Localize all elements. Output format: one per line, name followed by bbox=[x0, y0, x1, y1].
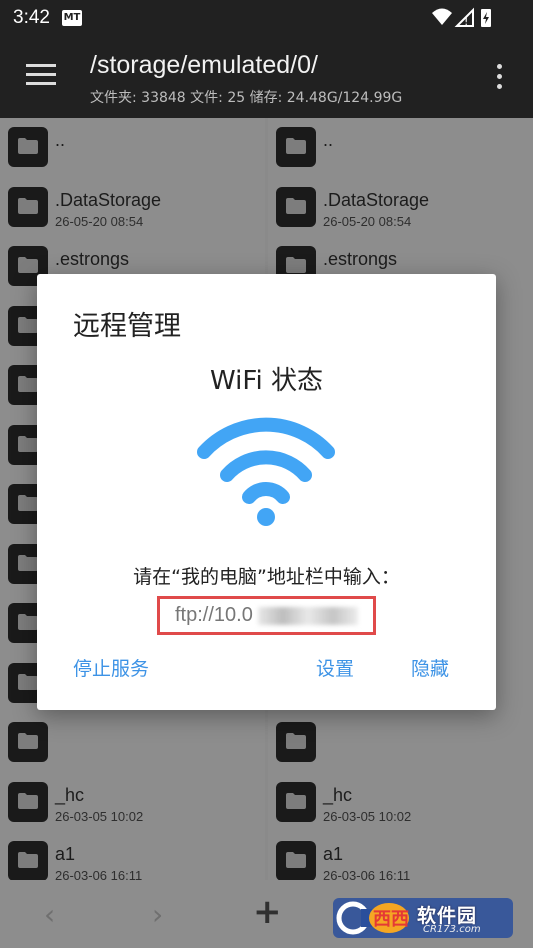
current-path: /storage/emulated/0/ bbox=[90, 51, 318, 79]
folder-icon bbox=[276, 781, 316, 822]
forward-button[interactable]: › bbox=[152, 898, 163, 931]
file-name: a1 bbox=[323, 844, 344, 864]
redacted-address bbox=[258, 607, 358, 625]
folder-icon bbox=[8, 127, 48, 167]
ftp-instruction: 请在“我的电脑”地址栏中输入： bbox=[133, 566, 400, 588]
file-row[interactable]: .DataStorage 26-05-20 08:54 bbox=[0, 178, 265, 238]
svg-text:!: ! bbox=[464, 15, 468, 28]
file-name: .DataStorage bbox=[323, 189, 430, 210]
file-date: 26-03-05 10:02 bbox=[55, 808, 144, 824]
add-button[interactable]: + bbox=[253, 892, 282, 932]
file-name: .. bbox=[55, 130, 66, 150]
storage-info: 文件夹: 33848 文件: 25 储存: 24.48G/124.99G bbox=[90, 90, 403, 106]
file-row[interactable]: _hc 26-03-05 10:02 bbox=[268, 773, 533, 833]
folder-icon bbox=[276, 722, 316, 762]
menu-icon[interactable] bbox=[26, 64, 56, 88]
file-name: .estrongs bbox=[55, 249, 130, 269]
dialog-title: 远程管理 bbox=[73, 311, 181, 342]
file-date: 26-05-20 08:54 bbox=[323, 213, 412, 229]
folder-icon bbox=[276, 127, 316, 167]
mt-notification-icon: MT bbox=[62, 10, 82, 26]
file-row[interactable]: a1 26-03-06 16:11 bbox=[268, 832, 533, 880]
folder-icon bbox=[276, 841, 316, 880]
file-row[interactable]: a1 26-03-06 16:11 bbox=[0, 832, 265, 880]
watermark-logo: 西西 软件园 CR173.com bbox=[333, 895, 515, 941]
file-row[interactable]: .. bbox=[0, 118, 265, 178]
file-row[interactable] bbox=[268, 713, 533, 773]
file-row[interactable]: .DataStorage 26-05-20 08:54 bbox=[268, 178, 533, 238]
ftp-address: ftp://10.0 bbox=[175, 604, 253, 626]
file-date: 26-05-20 08:54 bbox=[55, 213, 144, 229]
file-date: 26-03-06 16:11 bbox=[55, 868, 143, 880]
settings-button[interactable]: 设置 bbox=[316, 654, 354, 681]
status-time: 3:42 bbox=[13, 7, 50, 28]
file-row[interactable] bbox=[0, 713, 265, 773]
back-button[interactable]: ‹ bbox=[44, 898, 55, 931]
file-date: 26-03-05 10:02 bbox=[323, 808, 412, 824]
folder-icon bbox=[8, 186, 48, 227]
hide-button[interactable]: 隐藏 bbox=[411, 654, 449, 681]
file-row[interactable]: _hc 26-03-05 10:02 bbox=[0, 773, 265, 833]
watermark-url: CR173.com bbox=[423, 924, 481, 935]
file-row[interactable]: .. bbox=[268, 118, 533, 178]
remote-management-dialog: 远程管理 WiFi 状态 请在“我的电脑”地址栏中输入： ftp://10.0 … bbox=[37, 274, 496, 710]
more-options-icon[interactable] bbox=[497, 64, 503, 94]
svg-text:西西: 西西 bbox=[373, 909, 409, 930]
stop-service-button[interactable]: 停止服务 bbox=[73, 654, 149, 681]
file-name: _hc bbox=[323, 784, 353, 805]
folder-icon bbox=[8, 722, 48, 762]
file-date: 26-03-06 16:11 bbox=[323, 868, 411, 880]
file-name: a1 bbox=[55, 844, 76, 864]
folder-icon bbox=[276, 186, 316, 227]
app-bar: /storage/emulated/0/ 文件夹: 33848 文件: 25 储… bbox=[0, 36, 533, 118]
wifi-signal-icon bbox=[432, 8, 452, 25]
ftp-address-box: ftp://10.0 bbox=[157, 596, 376, 635]
folder-icon bbox=[8, 841, 48, 880]
file-name: .. bbox=[323, 130, 334, 150]
status-icons: ! bbox=[432, 7, 491, 28]
wifi-icon bbox=[197, 417, 335, 526]
file-name: .estrongs bbox=[323, 249, 398, 269]
folder-icon bbox=[8, 781, 48, 822]
status-bar: 3:42 MT ! bbox=[0, 0, 533, 36]
wifi-status-label: WiFi 状态 bbox=[210, 366, 323, 396]
file-name: _hc bbox=[55, 784, 85, 805]
file-name: .DataStorage bbox=[55, 189, 162, 210]
